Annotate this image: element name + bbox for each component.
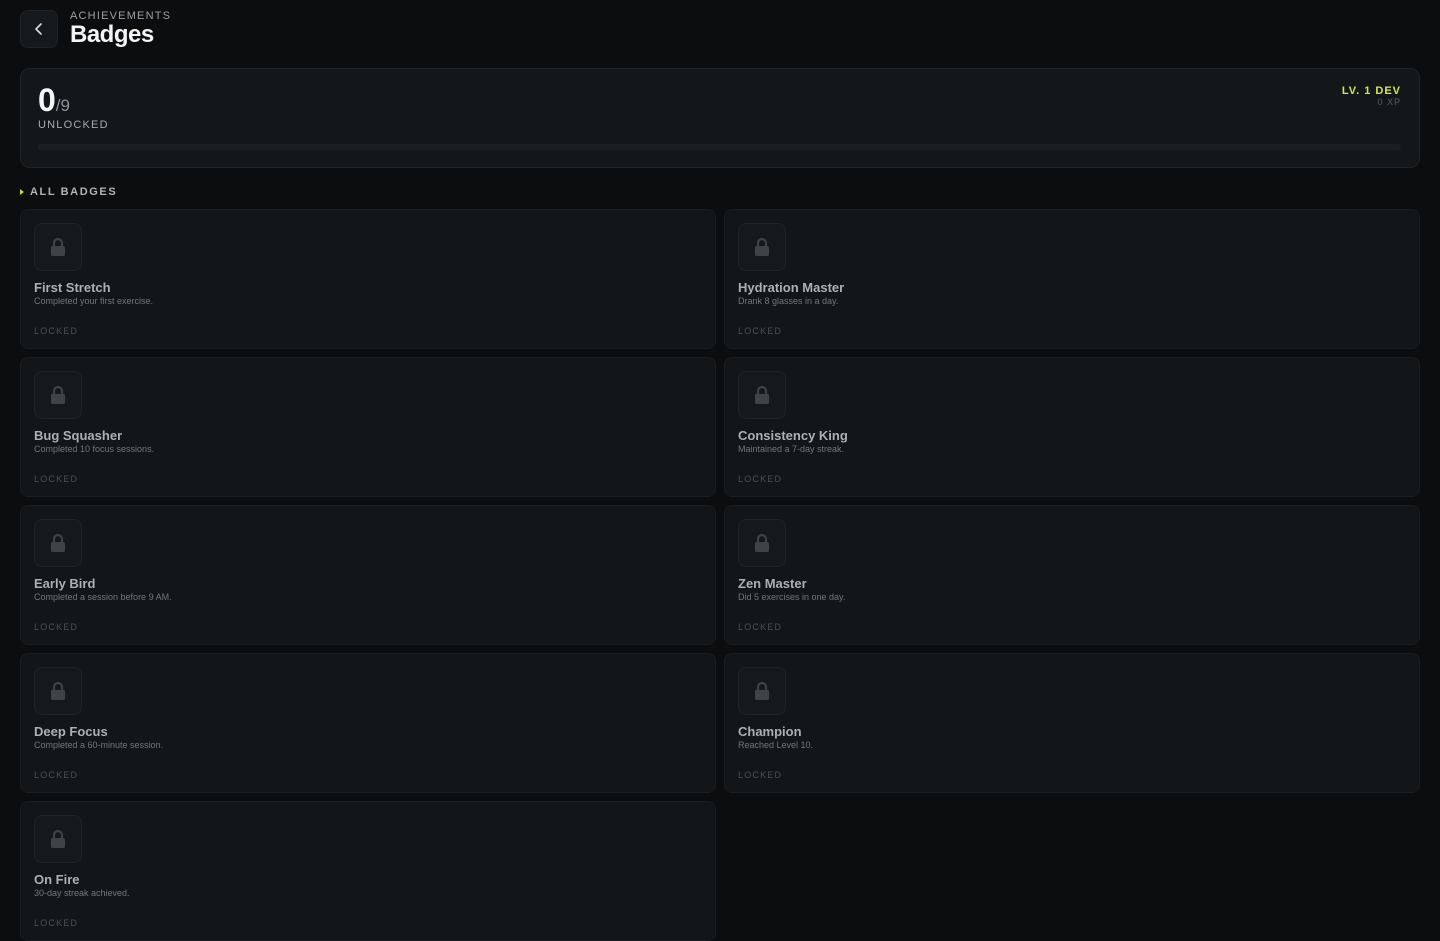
- section-heading-label: ALL BADGES: [30, 186, 118, 198]
- badge-status: LOCKED: [34, 770, 79, 780]
- badge-description: Completed 10 focus sessions.: [34, 444, 155, 454]
- page-title: Badges: [70, 21, 154, 48]
- badge-card[interactable]: First Stretch Completed your first exerci…: [20, 209, 716, 349]
- badge-description: Completed your first exercise.: [34, 296, 154, 306]
- badge-icon-tile: [738, 519, 786, 567]
- badge-card[interactable]: Champion Reached Level 10. LOCKED: [724, 653, 1420, 793]
- badge-status: LOCKED: [34, 474, 79, 484]
- header-text: ACHIEVEMENTS Badges: [70, 10, 171, 48]
- badge-name: Early Bird: [34, 576, 96, 591]
- level-title: LV. 1 DEV: [1341, 85, 1401, 97]
- badge-name: Zen Master: [738, 576, 807, 591]
- unlocked-count-total: /9: [55, 96, 70, 115]
- lock-icon: [49, 533, 67, 553]
- level-indicator: LV. 1 DEV 0 XP: [1342, 85, 1401, 108]
- page-header: ACHIEVEMENTS Badges: [20, 10, 171, 48]
- unlocked-label: UNLOCKED: [38, 119, 109, 131]
- badge-status: LOCKED: [34, 622, 79, 632]
- badge-description: Completed a session before 9 AM.: [34, 592, 172, 602]
- badge-card[interactable]: Zen Master Did 5 exercises in one day. LOC…: [724, 505, 1420, 645]
- badge-name: On Fire: [34, 872, 80, 887]
- lock-icon: [49, 385, 67, 405]
- section-heading: ALL BADGES: [20, 186, 117, 198]
- lock-icon: [49, 237, 67, 257]
- xp-value: 0 XP: [1377, 97, 1401, 107]
- lock-icon: [753, 385, 771, 405]
- badge-description: Did 5 exercises in one day.: [738, 592, 846, 602]
- badge-icon-tile: [34, 667, 82, 715]
- badge-card[interactable]: On Fire 30-day streak achieved. LOCKED: [20, 801, 716, 941]
- badge-card[interactable]: Hydration Master Drank 8 glasses in a day…: [724, 209, 1420, 349]
- lock-icon: [753, 533, 771, 553]
- lock-icon: [49, 681, 67, 701]
- badge-description: Drank 8 glasses in a day.: [738, 296, 839, 306]
- progress-bar: [38, 144, 1401, 150]
- badge-description: Completed a 60-minute session.: [34, 740, 164, 750]
- badge-name: Bug Squasher: [34, 428, 123, 443]
- badge-status: LOCKED: [738, 622, 783, 632]
- badge-card[interactable]: Deep Focus Completed a 60-minute session.…: [20, 653, 716, 793]
- badge-description: Maintained a 7-day streak.: [738, 444, 845, 454]
- caret-right-icon: [20, 189, 24, 195]
- badge-icon-tile: [738, 371, 786, 419]
- badge-status: LOCKED: [34, 326, 79, 336]
- badge-name: First Stretch: [34, 280, 111, 295]
- badge-name: Consistency King: [738, 428, 848, 443]
- badge-card[interactable]: Early Bird Completed a session before 9 A…: [20, 505, 716, 645]
- lock-icon: [49, 829, 67, 849]
- badge-icon-tile: [738, 667, 786, 715]
- lock-icon: [753, 681, 771, 701]
- badge-name: Hydration Master: [738, 280, 845, 295]
- badge-status: LOCKED: [738, 770, 783, 780]
- badge-description: Reached Level 10.: [738, 740, 814, 750]
- chevron-left-icon: [35, 23, 42, 35]
- back-button[interactable]: [20, 10, 58, 48]
- badge-status: LOCKED: [34, 918, 79, 928]
- badge-description: 30-day streak achieved.: [34, 888, 130, 898]
- badge-icon-tile: [34, 519, 82, 567]
- badge-grid: First Stretch Completed your first exerci…: [20, 209, 1420, 941]
- badge-card[interactable]: Consistency King Maintained a 7-day strea…: [724, 357, 1420, 497]
- badge-icon-tile: [34, 815, 82, 863]
- lock-icon: [753, 237, 771, 257]
- unlocked-count-number: 0: [38, 82, 56, 118]
- badge-icon-tile: [34, 371, 82, 419]
- badge-status: LOCKED: [738, 474, 783, 484]
- badge-name: Deep Focus: [34, 724, 108, 739]
- badge-icon-tile: [34, 223, 82, 271]
- progress-summary-card: 0 /9 UNLOCKED LV. 1 DEV 0 XP: [20, 68, 1420, 168]
- badge-status: LOCKED: [738, 326, 783, 336]
- badge-card[interactable]: Bug Squasher Completed 10 focus sessions.…: [20, 357, 716, 497]
- unlocked-count: 0 /9: [38, 83, 70, 117]
- badge-name: Champion: [738, 724, 802, 739]
- badge-icon-tile: [738, 223, 786, 271]
